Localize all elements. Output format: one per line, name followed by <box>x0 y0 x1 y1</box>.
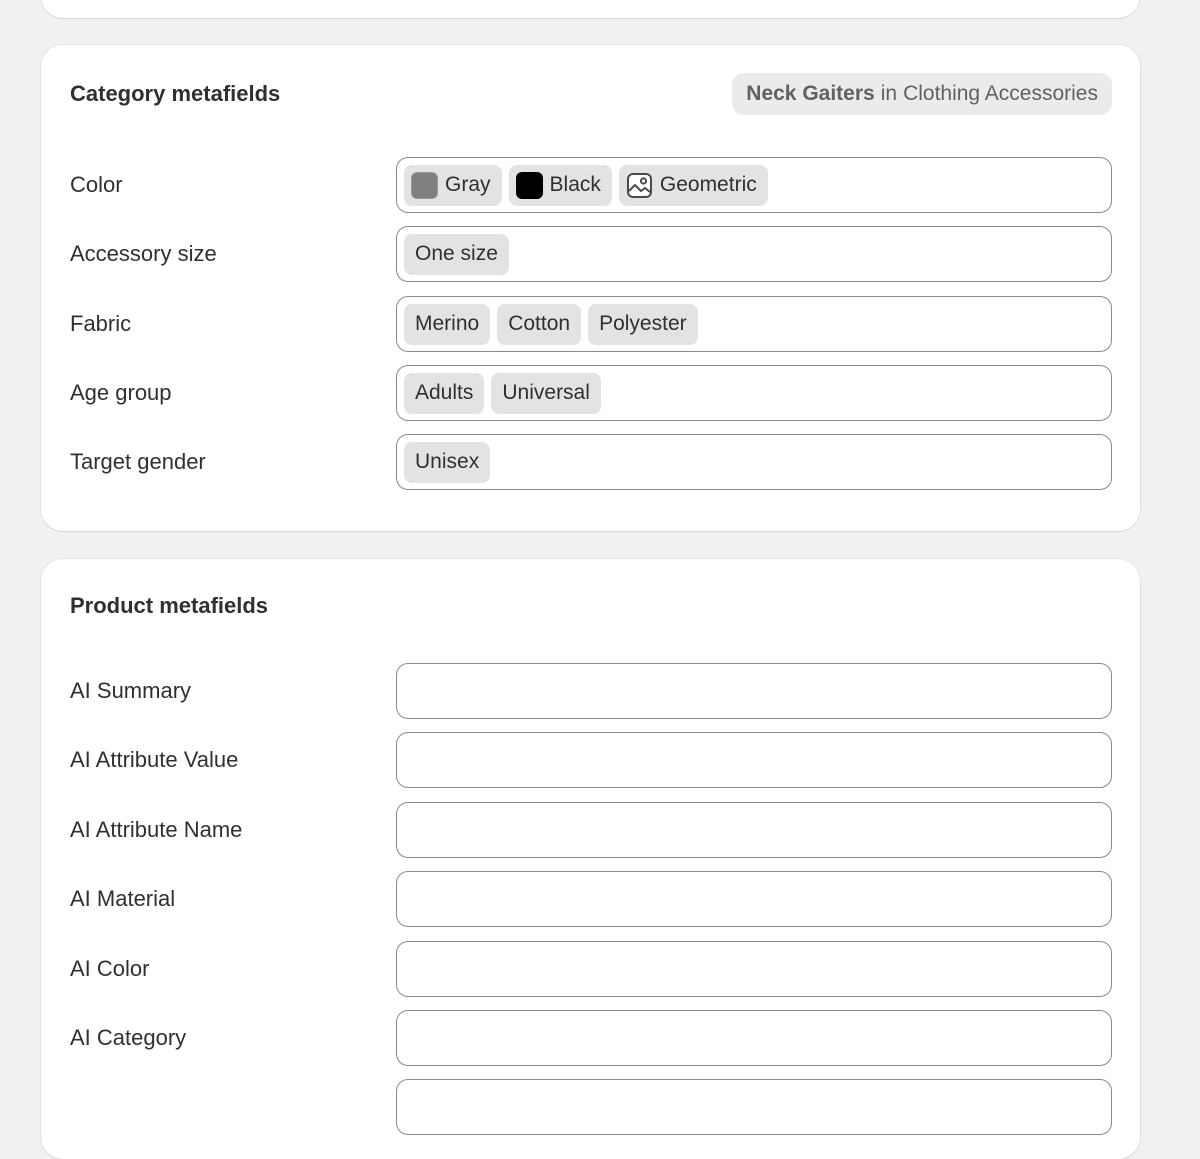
category-name: Neck Gaiters <box>746 82 875 105</box>
metafield-label: Color <box>70 172 123 197</box>
metafield-row-ai-attribute-name: AI Attribute Name <box>70 802 1112 858</box>
ai-category-input[interactable] <box>396 1010 1112 1066</box>
category-metafields-card: Category metafields Neck Gaiters in Clot… <box>41 45 1140 531</box>
metafield-label: AI Color <box>70 956 150 981</box>
ai-material-input[interactable] <box>396 871 1112 927</box>
tag-adults[interactable]: Adults <box>404 372 485 414</box>
accessory-size-tags-field[interactable]: One size <box>396 226 1112 282</box>
gray-swatch-icon <box>411 171 438 199</box>
tag-cotton[interactable]: Cotton <box>497 303 582 345</box>
ai-attribute-value-input[interactable] <box>396 732 1112 788</box>
metafield-label: AI Attribute Value <box>70 747 239 772</box>
metafield-row-accessory-size: Accessory size One size <box>70 226 1112 282</box>
metafield-label: AI Summary <box>70 678 192 703</box>
metafield-row-target-gender: Target gender Unisex <box>70 434 1112 490</box>
metafield-label: Age group <box>70 380 172 405</box>
metafield-label: AI Material <box>70 886 176 911</box>
color-tags-field[interactable]: Gray Black Geometric <box>396 157 1112 213</box>
ai-attribute-name-input[interactable] <box>396 802 1112 858</box>
tag-label: Geometric <box>659 173 757 196</box>
tag-gray[interactable]: Gray <box>404 164 502 206</box>
tag-universal[interactable]: Universal <box>491 372 601 414</box>
tag-one-size[interactable]: One size <box>404 233 509 275</box>
metafield-row-color: Color Gray Black Geometric <box>70 157 1112 213</box>
tag-label: Black <box>549 173 601 196</box>
tag-geometric[interactable]: Geometric <box>618 164 768 206</box>
next-metafield-input[interactable] <box>396 1079 1112 1135</box>
product-metafields-card: Product metafields AI Summary AI Attribu… <box>41 559 1140 1159</box>
category-metafields-title: Category metafields <box>70 81 281 106</box>
metafield-row-age-group: Age group Adults Universal <box>70 365 1112 421</box>
tag-polyester[interactable]: Polyester <box>588 303 698 345</box>
tag-merino[interactable]: Merino <box>404 303 491 345</box>
target-gender-tags-field[interactable]: Unisex <box>396 434 1112 490</box>
metafield-row-next <box>70 1079 1112 1135</box>
tag-black[interactable]: Black <box>508 164 612 206</box>
metafield-row-ai-attribute-value: AI Attribute Value <box>70 732 1112 788</box>
black-swatch-icon <box>515 171 543 199</box>
tag-unisex[interactable]: Unisex <box>404 441 491 483</box>
metafield-row-ai-color: AI Color <box>70 941 1112 997</box>
metafield-label: Fabric <box>70 311 132 336</box>
product-category-badge: Neck Gaiters in Clothing Accessories <box>732 73 1112 115</box>
category-parent: Clothing Accessories <box>903 82 1098 105</box>
pattern-image-icon <box>626 172 652 198</box>
previous-card <box>41 0 1140 18</box>
metafield-row-fabric: Fabric Merino Cotton Polyester <box>70 296 1112 352</box>
metafield-row-ai-category: AI Category <box>70 1010 1112 1066</box>
metafield-label: AI Attribute Name <box>70 817 243 842</box>
ai-color-input[interactable] <box>396 941 1112 997</box>
metafield-label: Target gender <box>70 449 206 474</box>
fabric-tags-field[interactable]: Merino Cotton Polyester <box>396 296 1112 352</box>
age-group-tags-field[interactable]: Adults Universal <box>396 365 1112 421</box>
tag-label: Gray <box>445 173 491 196</box>
metafield-row-ai-material: AI Material <box>70 871 1112 927</box>
metafield-label: Accessory size <box>70 241 217 266</box>
category-connector: in <box>880 82 898 105</box>
metafield-row-ai-summary: AI Summary <box>70 663 1112 719</box>
metafield-label: AI Category <box>70 1025 187 1050</box>
ai-summary-input[interactable] <box>396 663 1112 719</box>
product-metafields-title: Product metafields <box>70 593 269 618</box>
